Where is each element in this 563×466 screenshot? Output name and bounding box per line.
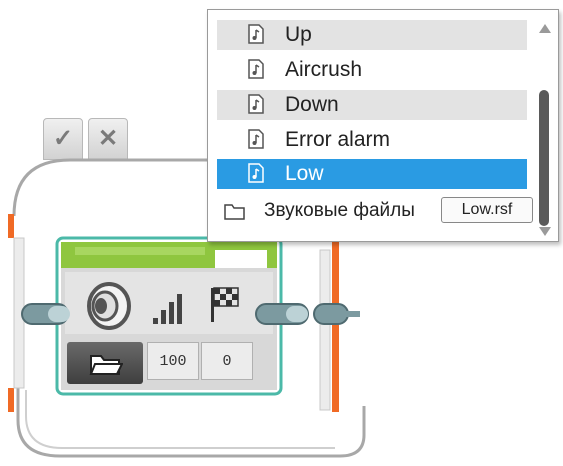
list-item-selected[interactable]: Low — [217, 159, 527, 189]
music-file-icon — [248, 94, 264, 114]
music-file-icon — [248, 163, 264, 183]
list-item-label: Aircrush — [285, 58, 363, 81]
list-item[interactable]: Aircrush — [217, 55, 527, 85]
file-select-button[interactable] — [67, 342, 143, 384]
scroll-up-icon[interactable] — [538, 22, 552, 34]
filename-tooltip: Low.rsf — [441, 197, 533, 223]
folder-icon — [224, 204, 245, 220]
scrollbar[interactable] — [534, 14, 554, 238]
list-item[interactable]: Down — [217, 90, 527, 120]
music-file-icon — [248, 129, 264, 149]
list-item[interactable]: Error alarm — [217, 125, 527, 155]
sound-file-dropdown[interactable]: Up Aircrush Down Error alarm Low Звуковы… — [207, 9, 559, 242]
folder-icon — [89, 355, 123, 375]
scroll-thumb[interactable] — [539, 90, 549, 226]
folder-label[interactable]: Звуковые файлы — [264, 200, 444, 222]
list-item-label: Up — [285, 23, 312, 46]
music-file-icon — [248, 59, 264, 79]
list-item[interactable]: Up — [217, 20, 527, 50]
music-file-icon — [248, 24, 264, 44]
block-connectors — [21, 303, 360, 325]
list-item-label: Error alarm — [285, 128, 391, 151]
scroll-down-icon[interactable] — [538, 226, 552, 238]
play-type-field[interactable]: 0 — [201, 342, 253, 380]
list-item-label: Low — [285, 162, 324, 185]
volume-field[interactable]: 100 — [147, 342, 199, 380]
list-item-label: Down — [285, 93, 339, 116]
